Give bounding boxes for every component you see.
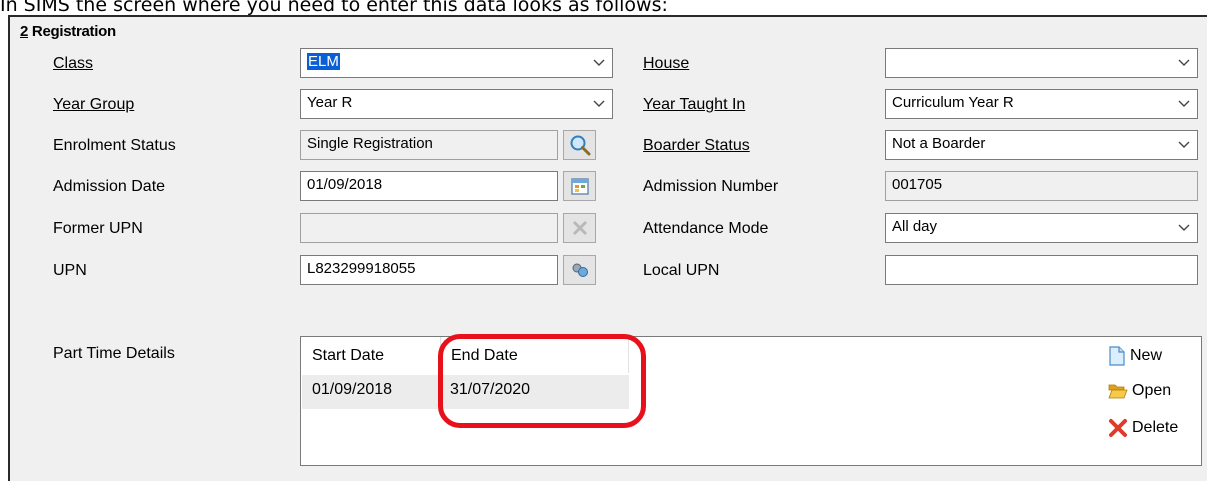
boarder-status-value: Not a Boarder (892, 135, 986, 152)
upn-field[interactable]: L823299918055 (300, 255, 558, 285)
admission-date-label: Admission Date (53, 178, 166, 195)
column-header-start-date[interactable]: Start Date (302, 337, 440, 373)
attendance-mode-label: Attendance Mode (643, 220, 769, 237)
chevron-down-icon (1178, 59, 1190, 66)
boarder-status-label[interactable]: Boarder Status (643, 137, 750, 155)
new-document-icon (1109, 346, 1125, 366)
class-combo[interactable]: ELM (300, 48, 613, 78)
registration-panel: 2 Registration Class ELM Year Group Year… (8, 15, 1207, 481)
section-title: 2 Registration (20, 23, 116, 40)
calendar-icon (570, 178, 589, 195)
house-combo[interactable] (885, 48, 1198, 78)
delete-x-icon (1109, 419, 1127, 437)
chevron-down-icon (593, 100, 605, 107)
former-upn-label: Former UPN (53, 220, 143, 237)
search-icon (570, 135, 590, 156)
enrolment-status-label: Enrolment Status (53, 137, 176, 154)
house-label[interactable]: House (643, 55, 689, 73)
admission-number-value: 001705 (892, 176, 943, 193)
former-upn-field (300, 213, 558, 243)
folder-open-icon (1108, 384, 1128, 399)
upn-label: UPN (53, 262, 87, 279)
delete-label: Delete (1132, 419, 1179, 436)
admission-number-field: 001705 (885, 171, 1198, 201)
section-title-text: Registration (28, 23, 116, 40)
local-upn-field[interactable] (885, 255, 1198, 285)
year-group-combo[interactable]: Year R (300, 89, 613, 119)
enrolment-status-value: Single Registration (307, 135, 433, 152)
year-taught-in-label[interactable]: Year Taught In (643, 96, 745, 114)
chevron-down-icon (593, 59, 605, 66)
part-time-details-label: Part Time Details (53, 345, 175, 362)
part-time-list[interactable]: Start Date End Date 01/09/2018 31/07/202… (300, 336, 1202, 466)
year-group-label[interactable]: Year Group (53, 96, 134, 114)
class-label[interactable]: Class (53, 55, 93, 73)
delete-button[interactable]: Delete (1108, 418, 1178, 438)
calendar-button[interactable] (563, 171, 596, 201)
year-group-value: Year R (307, 94, 353, 111)
class-value: ELM (307, 53, 340, 70)
admission-date-field[interactable]: 01/09/2018 (300, 171, 558, 201)
local-upn-label: Local UPN (643, 262, 720, 279)
clear-icon (572, 220, 587, 236)
attendance-mode-combo[interactable]: All day (885, 213, 1198, 243)
attendance-mode-value: All day (892, 218, 938, 235)
generate-upn-icon (572, 263, 588, 277)
chevron-down-icon (1178, 224, 1190, 231)
open-button[interactable]: Open (1108, 382, 1171, 400)
generate-upn-button[interactable] (563, 255, 596, 285)
chevron-down-icon (1178, 100, 1190, 107)
highlight-callout (438, 334, 646, 428)
clear-former-upn-button[interactable] (563, 213, 596, 243)
new-button[interactable]: New (1108, 346, 1162, 366)
year-taught-in-value: Curriculum Year R (892, 94, 1014, 111)
caption-text: In SIMS the screen where you need to ent… (0, 0, 668, 16)
enrolment-search-button[interactable] (563, 130, 596, 160)
section-number: 2 (20, 23, 29, 40)
upn-value: L823299918055 (307, 260, 416, 277)
admission-date-value: 01/09/2018 (307, 176, 383, 193)
boarder-status-combo[interactable]: Not a Boarder (885, 130, 1198, 160)
admission-number-label: Admission Number (643, 178, 779, 195)
open-label: Open (1132, 382, 1172, 399)
enrolment-status-field: Single Registration (300, 130, 558, 160)
new-label: New (1130, 347, 1163, 364)
year-taught-in-combo[interactable]: Curriculum Year R (885, 89, 1198, 119)
start-date-cell: 01/09/2018 (312, 381, 393, 398)
chevron-down-icon (1178, 141, 1190, 148)
